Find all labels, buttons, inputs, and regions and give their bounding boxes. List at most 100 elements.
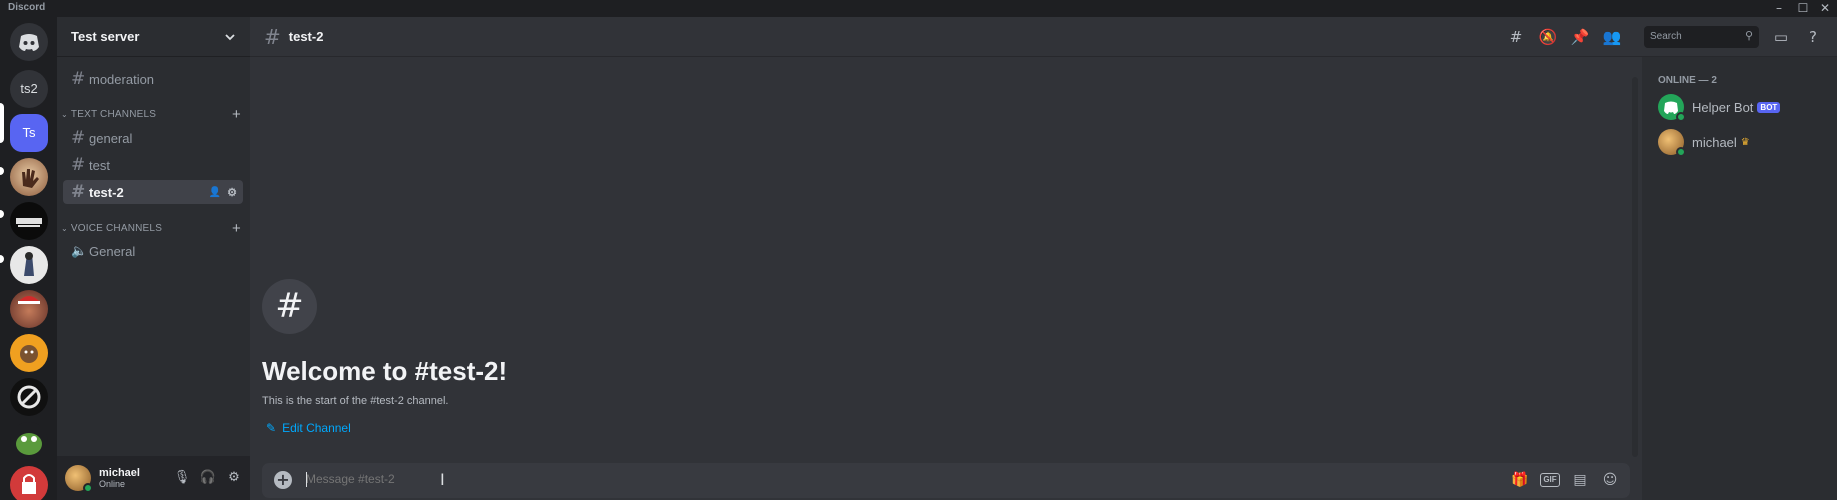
category-text-channels[interactable]: ⌄ TEXT CHANNELS +: [61, 106, 241, 123]
server-hand[interactable]: [10, 158, 48, 196]
user-status: Online: [99, 479, 126, 489]
santa-hat-icon: [18, 296, 40, 304]
chevron-down-icon: ⌄: [61, 109, 68, 119]
chevron-down-icon: ⌄: [61, 223, 68, 233]
hashtag-icon: #: [71, 182, 86, 202]
search-placeholder: Search: [1650, 31, 1682, 42]
sticker-icon[interactable]: ▤: [1570, 470, 1590, 490]
add-attachment-button[interactable]: +: [274, 471, 292, 489]
battlebit-logo-icon: [16, 218, 42, 227]
member-name: michael: [1692, 134, 1737, 150]
avatar: [1658, 129, 1686, 157]
pin-icon[interactable]: 📌: [1570, 27, 1590, 47]
lock-icon: [22, 474, 36, 494]
member-group-header: ONLINE — 2: [1658, 75, 1717, 86]
edit-channel-label: Edit Channel: [282, 421, 351, 435]
server-figure[interactable]: [10, 246, 48, 284]
ring-logo-icon: [17, 385, 41, 409]
member-michael[interactable]: michael ♛: [1658, 127, 1750, 157]
hand-icon: [22, 169, 39, 188]
category-label: VOICE CHANNELS: [70, 222, 163, 234]
home-button[interactable]: [10, 23, 48, 61]
voice-channel-general[interactable]: 🔈 General: [63, 239, 243, 263]
user-panel: michael Online 🎙 🎧 ⚙: [57, 456, 250, 500]
mute-bell-icon[interactable]: 🔕: [1538, 27, 1558, 47]
hashtag-icon: #: [71, 69, 86, 89]
username: michael: [99, 467, 140, 479]
chat-area: # test-2 # 🔕 📌 👥 Search ⚲ ▭ ? # Welcome …: [250, 17, 1837, 500]
category-label: TEXT CHANNELS: [70, 108, 157, 120]
discord-logo-icon: [19, 34, 39, 51]
channel-moderation[interactable]: # moderation: [63, 67, 243, 91]
channel-label: test: [89, 157, 110, 173]
window-titlebar: Discord – ☐ ✕: [0, 0, 1837, 17]
crown-icon: ♛: [1740, 136, 1750, 148]
microphone-icon[interactable]: 🎙: [172, 468, 192, 488]
headphones-icon[interactable]: 🎧: [198, 468, 218, 488]
online-status-icon: [83, 483, 93, 493]
ibeam-cursor-icon: I: [440, 470, 445, 489]
channel-sidebar: Test server # moderation ⌄ TEXT CHANNELS…: [57, 17, 250, 500]
active-server-indicator: [0, 103, 4, 143]
user-info[interactable]: michael Online: [99, 467, 140, 489]
server-ts2[interactable]: ts2: [10, 70, 48, 108]
server-pepe[interactable]: [10, 422, 48, 460]
inbox-icon[interactable]: ▭: [1771, 27, 1791, 47]
search-input[interactable]: Search ⚲: [1644, 26, 1759, 48]
gift-icon[interactable]: 🎁: [1510, 470, 1530, 490]
emoji-icon[interactable]: ☺: [1600, 470, 1620, 490]
frog-icon: [16, 433, 42, 455]
server-ts[interactable]: Ts: [10, 114, 48, 152]
category-voice-channels[interactable]: ⌄ VOICE CHANNELS +: [61, 220, 241, 237]
server-header[interactable]: Test server: [57, 17, 250, 57]
unread-indicator: [0, 167, 4, 175]
channel-header: # test-2 # 🔕 📌 👥 Search ⚲ ▭ ?: [250, 17, 1837, 57]
channel-label: general: [89, 130, 133, 146]
server-orange[interactable]: [10, 334, 48, 372]
scrollbar[interactable]: [1632, 77, 1638, 457]
channel-title: test-2: [288, 29, 324, 44]
message-input[interactable]: [306, 472, 1106, 486]
server-lock[interactable]: [10, 466, 48, 500]
hashtag-icon: #: [71, 155, 86, 175]
close-window-button[interactable]: ✕: [1814, 1, 1836, 16]
invite-icon[interactable]: 👤: [209, 187, 221, 198]
channel-test[interactable]: # test: [63, 153, 243, 177]
gear-icon[interactable]: ⚙: [224, 468, 244, 488]
pencil-icon: ✎: [266, 421, 277, 435]
server-name: Test server: [71, 29, 140, 44]
create-channel-icon[interactable]: +: [232, 106, 241, 123]
speaker-icon: 🔈: [71, 243, 88, 259]
channel-general[interactable]: # general: [63, 126, 243, 150]
channel-test-2[interactable]: # test-2 👤 ⚙: [63, 180, 243, 204]
member-name: Helper Bot: [1692, 99, 1754, 115]
channel-hashtag-badge-icon: #: [262, 279, 317, 334]
channel-label: moderation: [89, 71, 155, 87]
member-helper-bot[interactable]: Helper Bot BOT: [1658, 92, 1781, 122]
avatar[interactable]: [65, 465, 93, 493]
online-status-icon: [1676, 147, 1686, 157]
unread-indicator: [0, 255, 4, 263]
server-rail: ts2 Ts: [0, 17, 57, 500]
channel-label: General: [89, 243, 136, 259]
create-channel-icon[interactable]: +: [232, 220, 241, 237]
app-title: Discord: [8, 2, 46, 13]
character-icon: [20, 345, 38, 363]
gif-button[interactable]: GIF: [1540, 473, 1560, 487]
member-list: ONLINE — 2 Helper Bot BOT michael ♛: [1642, 57, 1837, 500]
server-battlebit[interactable]: [10, 202, 48, 240]
server-monkey[interactable]: [10, 290, 48, 328]
edit-channel-link[interactable]: ✎ Edit Channel: [266, 421, 351, 435]
unread-indicator: [0, 210, 4, 218]
gear-icon[interactable]: ⚙: [227, 186, 237, 199]
minimize-button[interactable]: –: [1768, 1, 1790, 16]
server-ring[interactable]: [10, 378, 48, 416]
message-composer: + I 🎁 GIF ▤ ☺: [262, 463, 1630, 498]
help-icon[interactable]: ?: [1803, 27, 1823, 47]
bot-badge: BOT: [1757, 101, 1781, 113]
maximize-button[interactable]: ☐: [1792, 1, 1814, 16]
avatar: [1658, 94, 1686, 122]
members-icon[interactable]: 👥: [1602, 27, 1622, 47]
text-caret: [306, 472, 307, 487]
threads-icon[interactable]: #: [1506, 27, 1526, 47]
